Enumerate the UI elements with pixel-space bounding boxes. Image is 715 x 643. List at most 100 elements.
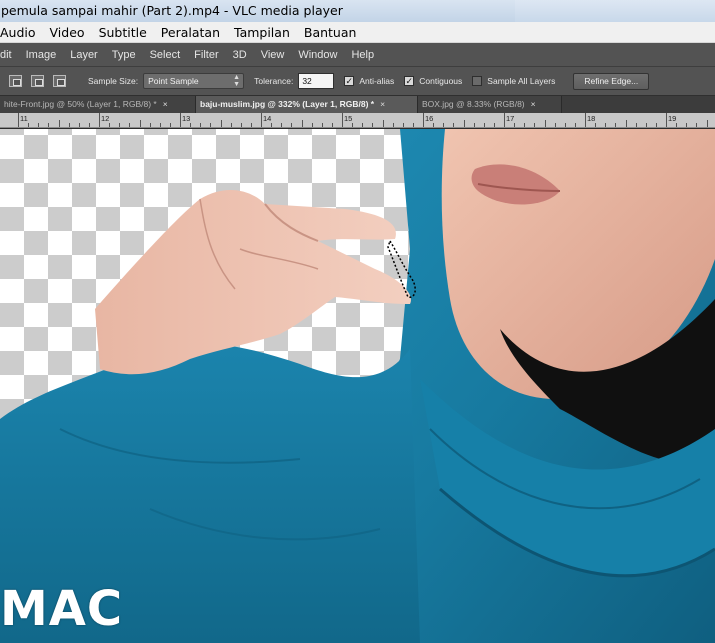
ruler-tick xyxy=(180,113,181,127)
ps-menu-image[interactable]: Image xyxy=(19,49,64,61)
tab-label: baju-muslim.jpg @ 332% (Layer 1, RGB/8) … xyxy=(200,99,375,109)
ruler-tick xyxy=(311,123,313,127)
ruler-tick xyxy=(281,123,283,127)
ruler-tick xyxy=(28,123,30,127)
document-canvas[interactable] xyxy=(0,129,715,643)
photoshop-menu-bar: dit Image Layer Type Select Filter 3D Vi… xyxy=(0,43,715,67)
ruler-tick xyxy=(342,113,343,127)
tolerance-label: Tolerance: xyxy=(254,76,294,86)
new-selection-icon[interactable] xyxy=(9,75,22,87)
ruler-tick xyxy=(463,120,465,127)
ruler-label: 14 xyxy=(263,114,272,123)
ruler-tick xyxy=(38,123,40,127)
tab-box[interactable]: BOX.jpg @ 8.33% (RGB/8) × xyxy=(418,96,562,113)
ruler-tick xyxy=(109,123,111,127)
ruler-tick xyxy=(585,113,586,127)
vlc-menu-video[interactable]: Video xyxy=(43,22,92,43)
ruler-tick xyxy=(706,120,708,127)
ruler-tick xyxy=(18,113,19,127)
ruler-tick xyxy=(412,123,414,127)
close-icon[interactable]: × xyxy=(380,99,385,109)
ruler-tick xyxy=(250,123,252,127)
sample-all-layers-checkbox[interactable] xyxy=(472,76,483,86)
ruler-tick xyxy=(392,123,394,127)
ruler-tick xyxy=(615,123,617,127)
ruler-label: 18 xyxy=(587,114,596,123)
add-to-selection-icon[interactable] xyxy=(31,75,44,87)
ruler-tick xyxy=(625,120,627,127)
vlc-menu-bar: Audio Video Subtitle Peralatan Tampilan … xyxy=(0,22,715,43)
sample-size-dropdown[interactable]: Point Sample ▲ ▼ xyxy=(143,73,245,89)
ruler-tick xyxy=(291,123,293,127)
ruler-tick xyxy=(655,123,657,127)
ruler-tick xyxy=(433,123,435,127)
ruler-tick xyxy=(666,113,667,127)
ruler-tick xyxy=(595,123,597,127)
close-icon[interactable]: × xyxy=(163,99,168,109)
ruler-tick xyxy=(200,123,202,127)
ps-menu-view[interactable]: View xyxy=(254,49,292,61)
ps-menu-help[interactable]: Help xyxy=(344,49,381,61)
ruler-tick xyxy=(271,123,273,127)
ruler-tick xyxy=(574,123,576,127)
ruler-tick xyxy=(473,123,475,127)
ruler-tick xyxy=(159,123,161,127)
ruler-tick xyxy=(331,123,333,127)
ps-menu-type[interactable]: Type xyxy=(105,49,143,61)
sample-size-value: Point Sample xyxy=(148,76,199,86)
ruler-tick xyxy=(544,120,546,127)
contiguous-checkbox[interactable]: ✓ xyxy=(404,76,415,86)
horizontal-ruler[interactable]: 11 12 13 14 15 16 17 18 19 xyxy=(0,113,715,128)
refine-edge-button[interactable]: Refine Edge... xyxy=(573,72,650,90)
sample-all-layers-label: Sample All Layers xyxy=(487,76,556,86)
tolerance-input[interactable]: 32 xyxy=(298,73,335,89)
ruler-label: 13 xyxy=(182,114,191,123)
vlc-menu-peralatan[interactable]: Peralatan xyxy=(154,22,227,43)
ruler-tick xyxy=(58,120,60,127)
ruler-tick xyxy=(139,120,141,127)
ruler-tick xyxy=(372,123,374,127)
ps-menu-edit[interactable]: dit xyxy=(0,49,19,61)
ruler-tick xyxy=(362,123,364,127)
ruler-tick xyxy=(493,123,495,127)
ruler-tick xyxy=(169,123,171,127)
ruler-tick xyxy=(554,123,556,127)
window-controls[interactable] xyxy=(515,0,715,22)
ruler-tick xyxy=(382,120,384,127)
tab-white-front[interactable]: hite-Front.jpg @ 50% (Layer 1, RGB/8) * × xyxy=(0,96,196,113)
photo-artwork xyxy=(0,129,715,643)
mac-logo: MAC xyxy=(0,581,124,637)
vlc-menu-bantuan[interactable]: Bantuan xyxy=(297,22,364,43)
hand-shape xyxy=(95,189,411,375)
ruler-tick xyxy=(129,123,131,127)
vlc-menu-subtitle[interactable]: Subtitle xyxy=(92,22,154,43)
dropdown-arrows-icon: ▲ ▼ xyxy=(233,74,241,88)
ruler-tick xyxy=(190,123,192,127)
ruler-label: 17 xyxy=(506,114,515,123)
ruler-tick xyxy=(210,123,212,127)
anti-alias-checkbox[interactable]: ✓ xyxy=(344,76,355,86)
ruler-tick xyxy=(220,120,222,127)
ruler-tick xyxy=(261,113,262,127)
ps-menu-layer[interactable]: Layer xyxy=(63,49,105,61)
ps-menu-select[interactable]: Select xyxy=(143,49,188,61)
ps-menu-filter[interactable]: Filter xyxy=(187,49,225,61)
ps-menu-3d[interactable]: 3D xyxy=(226,49,254,61)
ruler-tick xyxy=(149,123,151,127)
ruler-tick xyxy=(68,123,70,127)
vlc-menu-audio[interactable]: Audio xyxy=(0,22,43,43)
ruler-tick xyxy=(696,123,698,127)
ruler-tick xyxy=(605,123,607,127)
ps-menu-window[interactable]: Window xyxy=(291,49,344,61)
ruler-tick xyxy=(230,123,232,127)
ruler-tick xyxy=(524,123,526,127)
vlc-menu-tampilan[interactable]: Tampilan xyxy=(227,22,297,43)
close-icon[interactable]: × xyxy=(531,99,536,109)
anti-alias-label: Anti-alias xyxy=(359,76,395,86)
tab-baju-muslim[interactable]: baju-muslim.jpg @ 332% (Layer 1, RGB/8) … xyxy=(196,96,418,113)
ruler-tick xyxy=(88,123,90,127)
tab-label: BOX.jpg @ 8.33% (RGB/8) xyxy=(422,99,525,109)
ruler-label: 12 xyxy=(101,114,110,123)
ruler-tick xyxy=(321,123,323,127)
intersect-selection-icon[interactable] xyxy=(53,75,66,87)
